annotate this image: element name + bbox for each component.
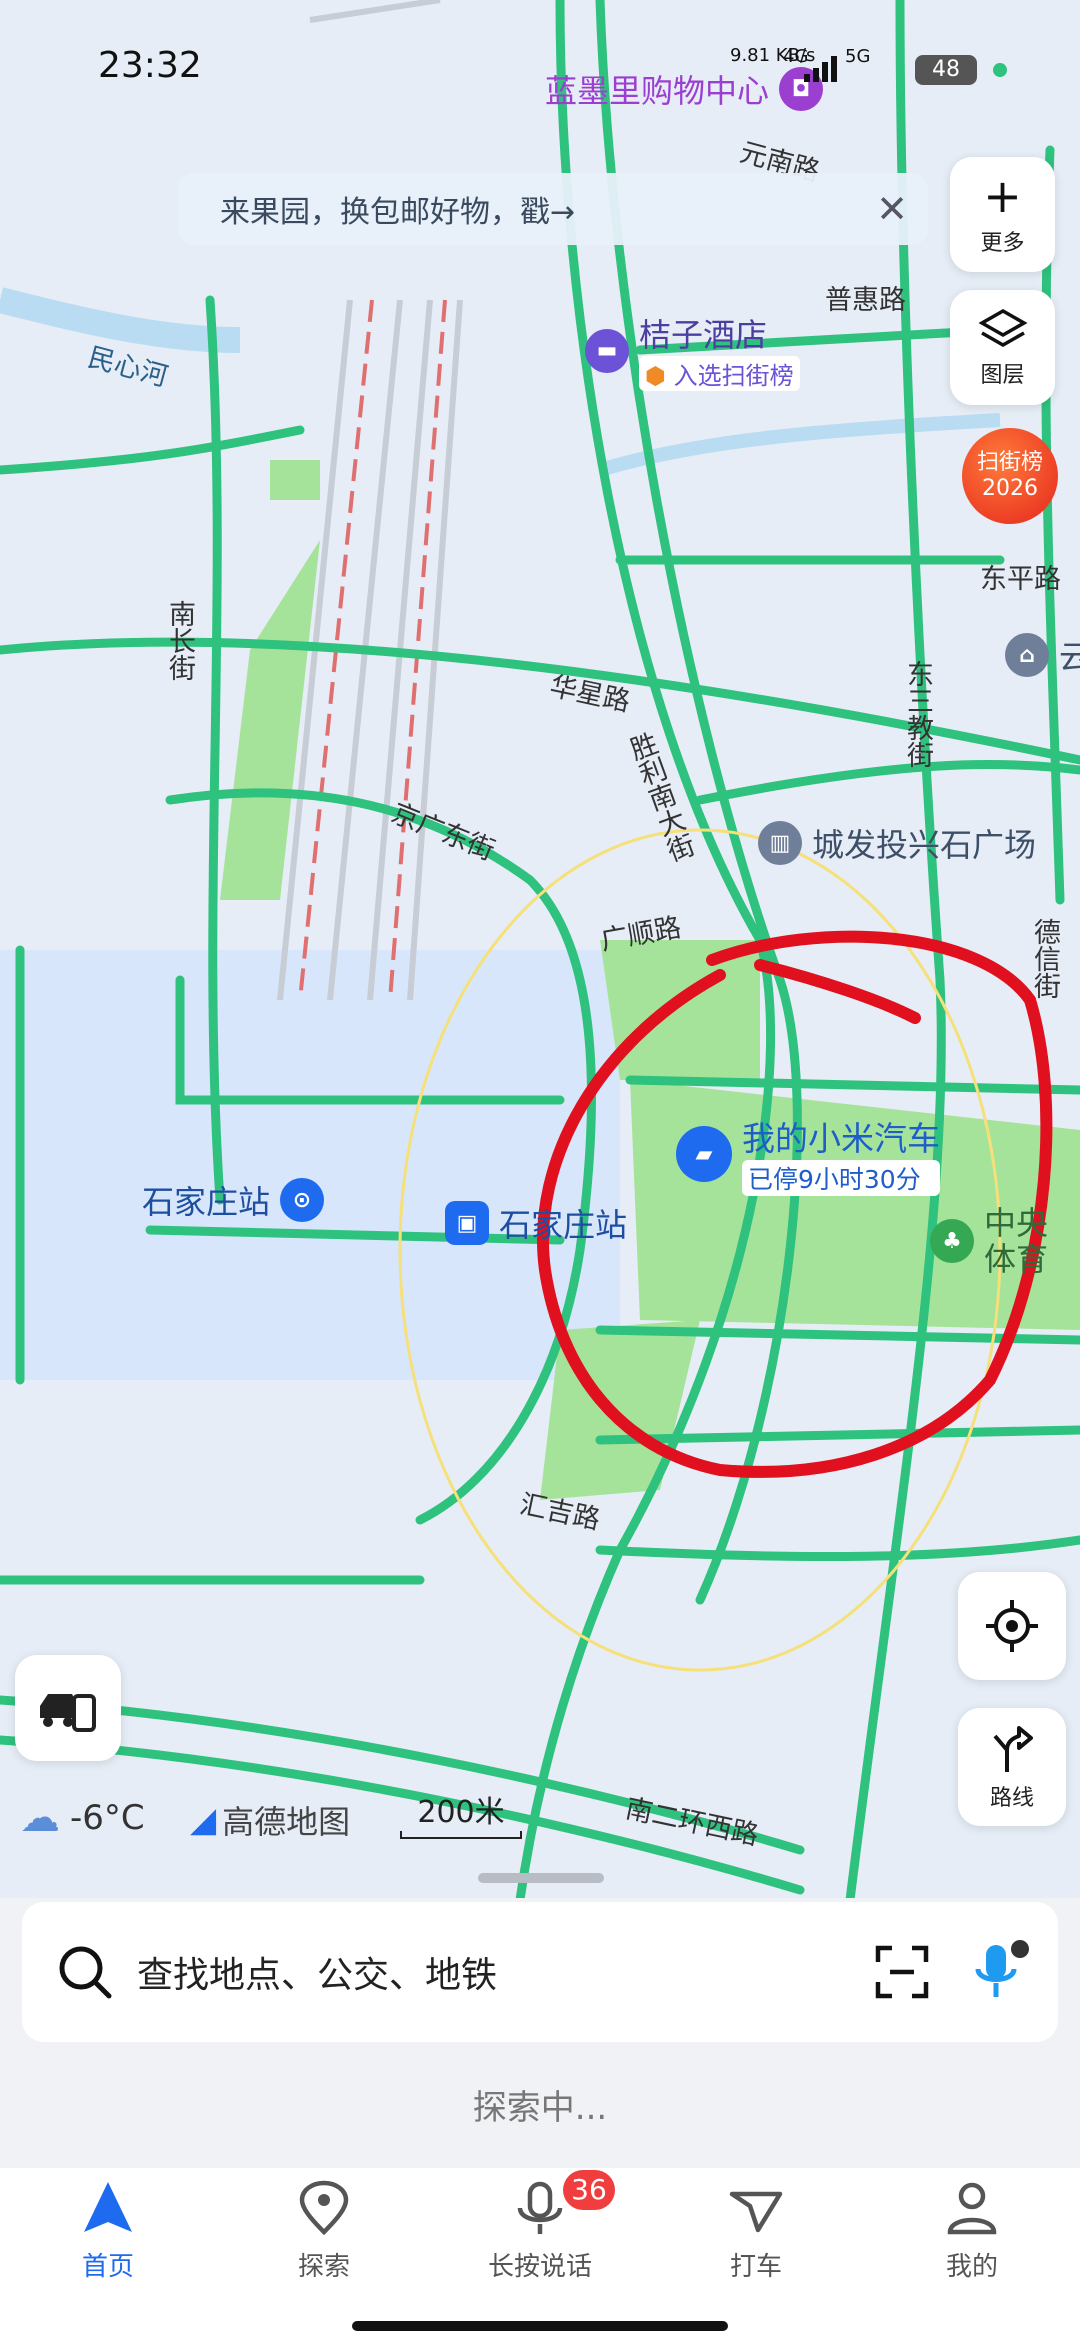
brand-logo: ◢ 高德地图	[190, 1797, 350, 1843]
search-icon	[59, 1946, 112, 1999]
tab-profile-label: 我的	[945, 2252, 998, 2282]
weather-temp: -6°C	[70, 1798, 145, 1838]
poi-mall-name: 蓝墨里购物中心	[545, 72, 770, 110]
person-icon	[947, 2182, 997, 2235]
route-turn-icon	[993, 1726, 1033, 1772]
search-bar[interactable]: 查找地点、公交、地铁	[22, 1902, 1058, 2042]
poi-hotel-tag: ⬢ 入选扫街榜	[639, 356, 800, 391]
car-phone-icon	[40, 1694, 96, 1732]
scan-ranking-label: 扫街榜	[976, 450, 1043, 475]
layers-button-label: 图层	[980, 362, 1025, 388]
layers-icon	[977, 308, 1028, 347]
home-indicator[interactable]	[352, 2321, 728, 2331]
poi-plaza-name: 城发投兴石广场	[812, 826, 1037, 864]
plus-icon: +	[983, 168, 1022, 223]
metro-icon: ▣	[445, 1201, 489, 1245]
poi-station-2[interactable]: ▣ 石家庄站	[445, 1200, 627, 1246]
poi-station-1[interactable]: 石家庄站 ⊙	[142, 1177, 325, 1223]
train-icon: ⊙	[280, 1178, 325, 1222]
poi-sports-name-2: 体育	[984, 1240, 1049, 1278]
scan-ranking-year: 2026	[982, 476, 1038, 501]
road-label-puhui: 普惠路	[825, 285, 906, 316]
status-dot-icon	[993, 63, 1007, 77]
car-icon: ▰	[676, 1126, 732, 1182]
brand-name: 高德地图	[222, 1803, 351, 1841]
notification-badge: 36	[563, 2170, 615, 2210]
amap-logo-icon: ◢	[190, 1800, 217, 1840]
road-label-nanchang: 南长街	[164, 600, 195, 681]
status-network-type-2: 5G	[845, 46, 871, 67]
layers-button[interactable]: 图层	[950, 290, 1055, 405]
scan-ranking-button[interactable]: 扫街榜 2026	[962, 428, 1058, 524]
map-scale: 200米	[400, 1787, 522, 1839]
poi-yun[interactable]: ⌂ 云	[1005, 632, 1080, 678]
ranking-hex-icon: ⬢	[645, 362, 666, 390]
taxi-arrow-icon	[729, 2191, 783, 2233]
tab-taxi-label: 打车	[729, 2252, 782, 2282]
poi-car-status: 已停9小时30分	[742, 1160, 940, 1196]
car-mode-button[interactable]	[15, 1655, 121, 1761]
crosshair-icon	[986, 1600, 1038, 1652]
voice-search-icon[interactable]	[972, 1939, 1032, 2005]
microphone-icon	[517, 2181, 563, 2234]
scan-icon[interactable]	[874, 1944, 930, 2000]
poi-hotel-name: 桔子酒店	[639, 316, 768, 354]
status-time: 23:32	[98, 45, 202, 86]
poi-yun-name: 云	[1059, 638, 1080, 676]
map-canvas[interactable]	[0, 0, 1080, 1900]
tab-taxi[interactable]: 打车	[681, 2180, 831, 2283]
poi-hotel[interactable]: ▬ 桔子酒店 ⬢ 入选扫街榜	[585, 310, 800, 391]
signal-icon	[804, 52, 844, 82]
map-scale-bar	[400, 1831, 522, 1839]
cloud-icon: ☁	[20, 1795, 60, 1841]
road-label-dongsan: 东三教街	[902, 660, 933, 768]
tree-icon: ♣	[930, 1219, 974, 1263]
locate-button[interactable]	[958, 1572, 1066, 1680]
location-pin-icon	[299, 2180, 349, 2236]
poi-station-1-name: 石家庄站	[142, 1183, 271, 1221]
map-scale-text: 200米	[417, 1795, 505, 1830]
tab-voice-label: 长按说话	[487, 2252, 592, 2282]
sheet-handle[interactable]	[478, 1873, 604, 1883]
poi-car-name: 我的小米汽车	[742, 1119, 940, 1158]
bank-icon: ⌂	[1005, 633, 1049, 677]
poi-hotel-tag-text: 入选扫街榜	[673, 362, 794, 390]
navigation-arrow-icon	[84, 2182, 132, 2232]
poi-station-2-name: 石家庄站	[499, 1206, 628, 1244]
battery-icon: 48	[915, 55, 977, 85]
tab-explore[interactable]: 探索	[249, 2180, 399, 2283]
building-icon: ▥	[758, 821, 802, 865]
road-label-dongping: 东平路	[980, 564, 1061, 595]
route-button[interactable]: 路线	[958, 1708, 1066, 1826]
poi-my-car[interactable]: ▰ 我的小米汽车 已停9小时30分	[676, 1112, 940, 1196]
tab-voice[interactable]: 长按说话 36	[465, 2170, 615, 2283]
tab-profile[interactable]: 我的	[897, 2180, 1047, 2283]
route-button-label: 路线	[989, 1786, 1034, 1811]
bed-icon: ▬	[585, 328, 629, 373]
tab-home-label: 首页	[81, 2252, 134, 2282]
more-button-label: 更多	[980, 230, 1025, 256]
poi-plaza[interactable]: ▥ 城发投兴石广场	[758, 820, 1036, 866]
poi-sports[interactable]: ♣ 中央 体育	[930, 1205, 1048, 1277]
tab-explore-label: 探索	[297, 2252, 350, 2282]
tab-home[interactable]: 首页	[33, 2180, 183, 2283]
road-label-dexin: 德信街	[1029, 918, 1060, 999]
weather-widget[interactable]: ☁ -6°C	[20, 1795, 145, 1841]
promo-banner[interactable]: 来果园，换包邮好物，戳→ ✕	[178, 173, 928, 245]
promo-banner-text: 来果园，换包邮好物，戳→	[220, 195, 576, 230]
close-icon[interactable]: ✕	[876, 187, 908, 231]
more-button[interactable]: + 更多	[950, 157, 1055, 272]
exploring-status: 探索中...	[472, 2088, 608, 2128]
poi-sports-name-1: 中央	[984, 1204, 1049, 1242]
poi-mall[interactable]: 蓝墨里购物中心 ◘	[545, 66, 824, 112]
search-input[interactable]: 查找地点、公交、地铁	[137, 1946, 497, 1998]
